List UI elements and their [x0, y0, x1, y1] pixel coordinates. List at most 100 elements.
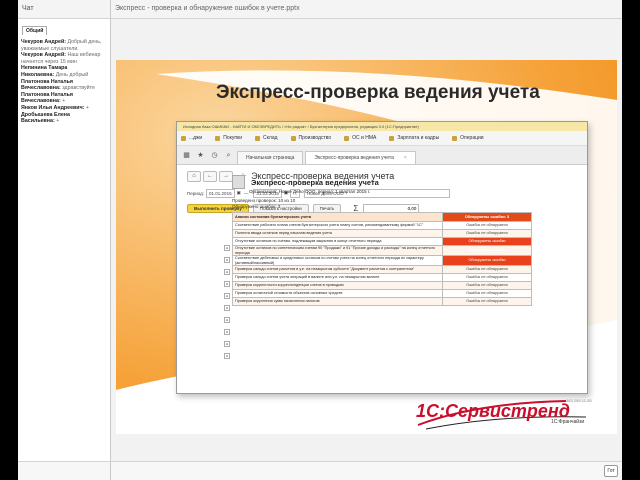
tab-bar: ▦ ★ ◷ ⌕ Начальная страница Экспресс-пров… [177, 146, 587, 165]
chat-header: Чат [18, 0, 110, 19]
chat-message: Вячеславовна: здравствуйте [21, 85, 107, 92]
chat-text: + [85, 104, 89, 111]
history-icon[interactable]: ◷ [209, 150, 220, 161]
share-footer: Гот [111, 461, 622, 480]
expand-toggle-icon[interactable]: ⊕ [224, 245, 230, 251]
chat-message: Янков Илья Андреевич: + [21, 105, 107, 112]
period-label: Период: [187, 190, 205, 196]
chat-author: Николаевна: [21, 71, 55, 78]
table-row: Соответствие рабочего плана счетов бухга… [232, 221, 532, 230]
check-results-table: Анализ состояния бухгалтерского учета Об… [232, 212, 532, 306]
table-row: Полнота ввода остатков перед началом вед… [232, 229, 532, 238]
expand-toggle-icon[interactable]: ⊕ [224, 257, 230, 263]
tab-express-check-label: Экспресс-проверка ведения учета [314, 155, 394, 161]
ready-button[interactable]: Гот [604, 465, 618, 477]
check-status: Ошибок не обнаружено [442, 265, 532, 274]
chat-message: Чекуров Андрей: Наш вебинар начнется чер… [21, 52, 107, 65]
webinar-window: Чат Общий Чекуров Андрей: Добрый день, у… [18, 0, 622, 480]
section-icon [290, 135, 296, 141]
chat-message: Васильевна: + [21, 118, 107, 125]
forward-icon[interactable]: → [219, 170, 233, 182]
expand-toggle-icon[interactable]: ⊕ [224, 293, 230, 299]
logo-subtext: 1С:Франчайзи [551, 419, 585, 425]
check-status: Ошибок не обнаружено [442, 221, 532, 230]
share-pod: Экспресс - проверка и обнаружение ошибок… [111, 0, 622, 480]
tree-toggles: ⊕ ⊕ ⊕ ⊕ ⊕ ⊕ ⊕ ⊕ ⊕ ⊕ [224, 245, 230, 365]
expand-toggle-icon[interactable]: ⊕ [224, 269, 230, 275]
section-item[interactable]: Операции [452, 135, 484, 141]
check-status: Ошибок не обнаружено [442, 229, 532, 238]
section-icon [452, 135, 458, 141]
section-label: Зарплата и кадры [397, 135, 440, 141]
table-row: Соответствие дебетовых и кредитовых оста… [232, 255, 532, 266]
close-icon[interactable]: × [404, 155, 407, 161]
check-name: Проверка округления сумм начисления нало… [232, 297, 443, 306]
app-screenshot: Исходная база ОШИБКИ - НАЙТИ И ОБЕЗВРЕДИ… [176, 121, 588, 394]
table-row: Проверка округления сумм начисления нало… [232, 297, 532, 306]
chat-author: Вячеславовна: [21, 98, 61, 105]
chat-message: Чекуров Андрей: Добрый день, уважаемые с… [21, 39, 107, 52]
check-name: Проверка сальдо счетов расчетов в у.е. н… [232, 265, 443, 274]
header-status: Обнаружены ошибки: 3 [442, 212, 532, 222]
expand-toggle-icon[interactable]: ⊕ [224, 353, 230, 359]
expand-toggle-icon[interactable]: ⊕ [224, 305, 230, 311]
chat-author: Янков Илья Андреевич: [21, 104, 85, 111]
back-icon[interactable]: ← [203, 170, 217, 182]
report-area: ⊕ ⊕ ⊕ ⊕ ⊕ ⊕ ⊕ ⊕ ⊕ ⊕ Экспресс-проверка ведения уче… [224, 175, 572, 359]
star-icon[interactable]: ★ [195, 150, 206, 161]
section-label: Производство [298, 135, 332, 141]
section-icon [344, 135, 350, 141]
section-item[interactable]: Производство [290, 135, 332, 141]
chat-author: Васильевна: [21, 118, 55, 125]
check-status: Ошибок не обнаружено [442, 297, 532, 306]
expand-toggle-icon[interactable]: ⊕ [224, 281, 230, 287]
date-from-field[interactable]: 01.01.2015 [206, 188, 235, 198]
section-icon [181, 135, 186, 141]
tab-home[interactable]: Начальная страница [237, 151, 304, 164]
company-logo: 383 209-11-55 1С:Сервистренд 1С:Франчайз… [416, 395, 616, 431]
chat-message: Николаевна: День добрый [21, 72, 107, 79]
expand-toggle-icon[interactable]: ⊕ [224, 329, 230, 335]
chat-text: здравствуйте [62, 85, 95, 92]
chat-author: Вячеславовна: [21, 85, 61, 92]
report-title: Экспресс-проверка ведения учета [251, 177, 379, 187]
chat-input[interactable] [18, 461, 110, 480]
section-icon [215, 135, 221, 141]
section-item[interactable]: Покупки [215, 135, 242, 141]
search-icon[interactable]: ⌕ [223, 150, 234, 161]
section-item[interactable]: ...джи [181, 135, 202, 141]
chat-message: Платонова Наталья [21, 92, 107, 99]
section-label: Операции [460, 135, 484, 141]
chat-author: Чекуров Андрей: [21, 39, 66, 45]
home-icon[interactable]: ⌂ [187, 170, 201, 182]
check-name: Соответствие дебетовых и кредитовых оста… [232, 255, 443, 266]
tab-home-label: Начальная страница [246, 155, 295, 161]
section-label: Склад [263, 135, 278, 141]
check-name: Соответствие рабочего плана счетов бухга… [232, 221, 443, 230]
chat-author: Дробышева Елена [21, 111, 70, 118]
chat-text: + [62, 98, 66, 105]
check-status: Ошибок не обнаружено [442, 273, 532, 282]
app-window-title: Исходная база ОШИБКИ - НАЙТИ И ОБЕЗВРЕДИ… [177, 122, 587, 131]
slide-title: Экспресс-проверка ведения учета [216, 82, 540, 103]
expand-toggle-icon[interactable]: ⊕ [224, 317, 230, 323]
report-subtitle: Организация: Новое Дело ООО, период: 1 к… [249, 189, 371, 194]
check-name: Проверка корректности корреспонденции сч… [232, 281, 443, 290]
grid-icon[interactable]: ▦ [181, 150, 192, 161]
chat-tab-general[interactable]: Общий [22, 26, 48, 35]
section-item[interactable]: ОС и НМА [344, 135, 376, 141]
expand-toggle-icon[interactable]: ⊕ [224, 341, 230, 347]
table-row: Проверка сальдо счетов учета операций в … [232, 273, 532, 282]
table-header-row: Анализ состояния бухгалтерского учета Об… [232, 212, 532, 222]
table-row: Проверка сальдо счетов расчетов в у.е. н… [232, 265, 532, 274]
section-item[interactable]: Зарплата и кадры [389, 135, 439, 141]
logo-text: 1С:Сервистренд [416, 401, 570, 421]
table-row: Проверка корректности корреспонденции сч… [232, 281, 532, 290]
presentation-slide: Экспресс-проверка ведения учета Исходная… [116, 60, 617, 434]
section-item[interactable]: Склад [255, 135, 278, 141]
tab-express-check[interactable]: Экспресс-проверка ведения учета × [305, 151, 416, 164]
chat-message: Дробышева Елена [21, 112, 107, 119]
chat-author: Чекуров Андрей: [21, 52, 66, 59]
chat-text: День добрый [55, 71, 89, 78]
chat-message: Непинина Тамара [21, 65, 107, 72]
